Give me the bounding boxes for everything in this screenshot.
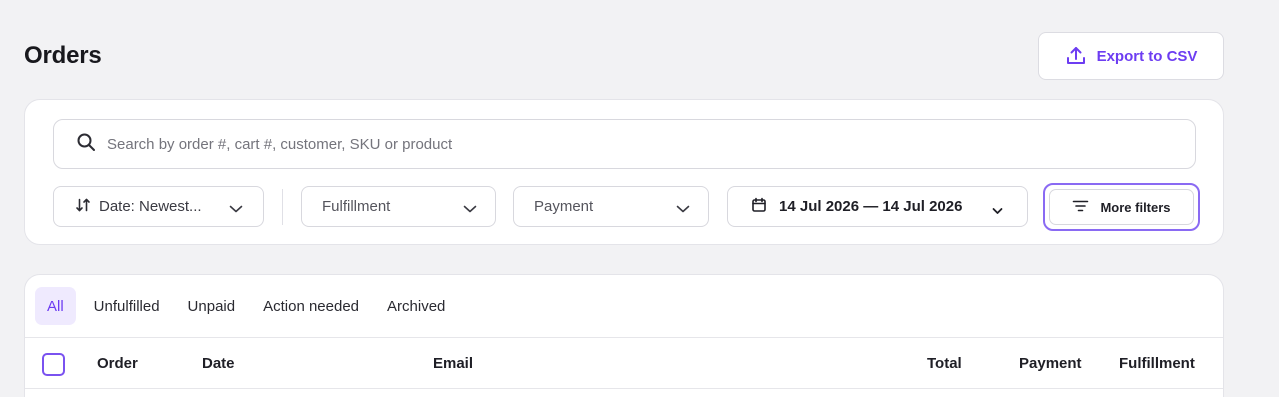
orders-table-card: All Unfulfilled Unpaid Action needed Arc…	[24, 274, 1224, 397]
tab-action-needed[interactable]: Action needed	[251, 287, 371, 325]
chevron-down-icon	[992, 202, 1003, 219]
select-all-checkbox[interactable]	[42, 353, 65, 376]
fulfillment-dropdown[interactable]: Fulfillment	[301, 186, 496, 227]
more-filters-label: More filters	[1100, 199, 1171, 215]
search-box[interactable]	[53, 119, 1196, 169]
search-icon	[76, 132, 96, 157]
filter-divider	[282, 189, 283, 225]
more-filters-inner: More filters	[1049, 189, 1194, 225]
date-range-label: 14 Jul 2026 — 14 Jul 2026	[779, 198, 963, 215]
payment-label: Payment	[534, 198, 594, 215]
column-header-total[interactable]: Total	[927, 355, 962, 372]
column-header-fulfillment[interactable]: Fulfillment	[1119, 355, 1195, 372]
chevron-down-icon	[676, 201, 690, 218]
calendar-icon	[751, 197, 767, 217]
column-header-email[interactable]: Email	[433, 355, 473, 372]
more-filters-button[interactable]: More filters	[1043, 183, 1200, 231]
fulfillment-label: Fulfillment	[322, 198, 391, 215]
sort-dropdown[interactable]: Date: Newest...	[53, 186, 264, 227]
filter-panel: Date: Newest... Fulfillment Payment	[24, 99, 1224, 245]
tab-archived[interactable]: Archived	[375, 287, 457, 325]
column-header-payment[interactable]: Payment	[1019, 355, 1082, 372]
table-header: Order Date Email Total Payment Fulfillme…	[25, 337, 1223, 389]
sort-icon	[75, 197, 91, 217]
export-csv-label: Export to CSV	[1096, 47, 1198, 65]
page-title: Orders	[24, 42, 102, 69]
upload-icon	[1065, 45, 1087, 67]
date-range-picker[interactable]: 14 Jul 2026 — 14 Jul 2026	[727, 186, 1028, 227]
column-header-date[interactable]: Date	[202, 355, 235, 372]
order-tabs: All Unfulfilled Unpaid Action needed Arc…	[35, 287, 463, 325]
filter-icon	[1072, 199, 1089, 216]
orders-page: Orders Export to CSV Date: Newest...	[0, 0, 1279, 397]
tab-unpaid[interactable]: Unpaid	[176, 287, 248, 325]
payment-dropdown[interactable]: Payment	[513, 186, 709, 227]
tab-all[interactable]: All	[35, 287, 76, 325]
search-input[interactable]	[107, 120, 1195, 168]
chevron-down-icon	[463, 201, 477, 218]
sort-label: Date: Newest...	[99, 198, 202, 215]
tab-unfulfilled[interactable]: Unfulfilled	[82, 287, 172, 325]
column-header-order[interactable]: Order	[97, 355, 138, 372]
export-csv-button[interactable]: Export to CSV	[1038, 32, 1224, 80]
chevron-down-icon	[229, 201, 243, 218]
